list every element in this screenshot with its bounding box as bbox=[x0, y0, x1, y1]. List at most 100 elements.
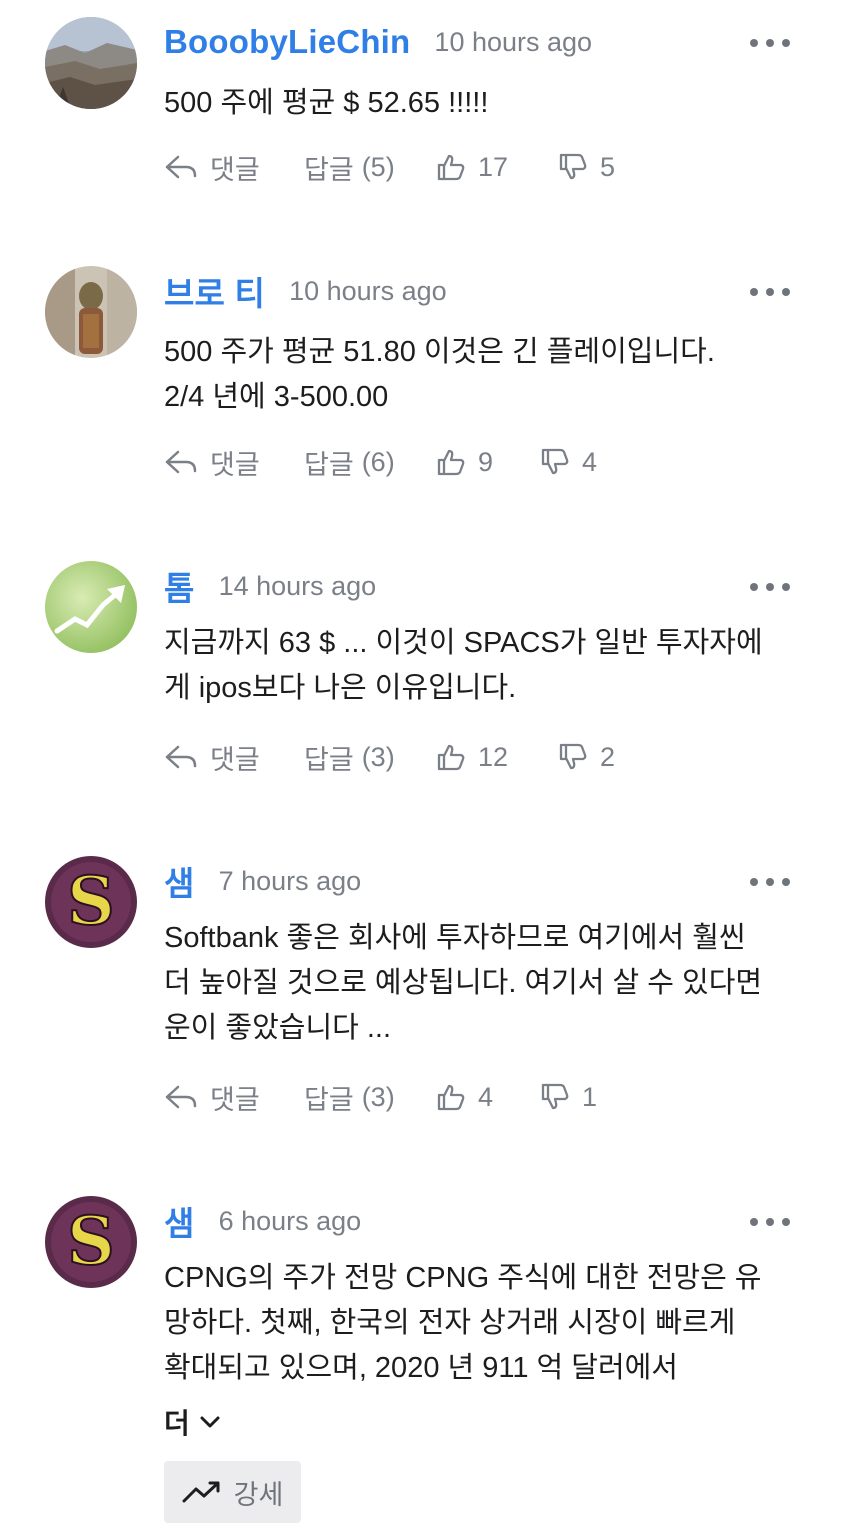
replies-label: 답글 bbox=[304, 449, 354, 480]
avatar-s-logo-image: S bbox=[45, 1196, 137, 1288]
username[interactable]: 샘 bbox=[164, 857, 195, 905]
comment-text: 지금까지 63 $ ... 이것이 SPACS가 일반 투자자에 게 ipos보… bbox=[164, 621, 804, 711]
reply-arrow-icon bbox=[165, 155, 197, 179]
like-count: 4 bbox=[478, 1081, 494, 1112]
more-dots-icon[interactable] bbox=[750, 280, 790, 304]
comment-text: 500 주가 평균 51.80 이것은 긴 플레이입니다. 2/4 년에 3-5… bbox=[164, 330, 804, 420]
replies-button[interactable]: 답글 (3) bbox=[304, 737, 395, 777]
thumbs-up-icon bbox=[437, 744, 465, 771]
comment-text-line: 확대되고 있으며, 2020 년 911 억 달러에서 bbox=[164, 1352, 678, 1384]
username[interactable]: 톰 bbox=[164, 562, 195, 610]
username[interactable]: 샘 bbox=[164, 1197, 195, 1245]
reply-arrow-icon bbox=[165, 450, 197, 474]
avatar-chart-arrow-image bbox=[45, 561, 137, 653]
thumbs-down-icon bbox=[559, 743, 587, 770]
reply-label: 댓글 bbox=[210, 154, 260, 185]
replies-count: (3) bbox=[361, 741, 395, 772]
reply-button[interactable]: 댓글 bbox=[164, 1077, 260, 1117]
comment-actions: 댓글 답글 (3) 12 2 bbox=[164, 737, 804, 777]
timestamp: 10 hours ago bbox=[289, 275, 447, 306]
thumbs-down-icon bbox=[541, 448, 569, 475]
avatar[interactable] bbox=[45, 17, 137, 109]
comment-text-line: CPNG의 주가 전망 CPNG 주식에 대한 전망은 유 bbox=[164, 1262, 762, 1294]
comment-header: BooobyLieChin 10 hours ago bbox=[164, 17, 592, 67]
dislike-button[interactable]: 4 bbox=[540, 442, 597, 482]
svg-text:S: S bbox=[67, 862, 115, 940]
replies-button[interactable]: 답글 (5) bbox=[304, 147, 395, 187]
replies-count: (3) bbox=[361, 1081, 395, 1112]
reply-label: 댓글 bbox=[210, 449, 260, 480]
avatar[interactable]: S bbox=[45, 1196, 137, 1288]
timestamp: 6 hours ago bbox=[218, 1205, 362, 1236]
comment-text-line: 지금까지 63 $ ... 이것이 SPACS가 일반 투자자에 bbox=[164, 627, 763, 659]
thumbs-down-icon bbox=[541, 1083, 569, 1110]
more-dots-icon[interactable] bbox=[750, 1210, 790, 1234]
like-count: 17 bbox=[478, 151, 509, 182]
more-dots-icon[interactable] bbox=[750, 31, 790, 55]
dislike-count: 5 bbox=[600, 151, 616, 182]
dislike-count: 2 bbox=[600, 741, 616, 772]
sentiment-badge[interactable]: 강세 bbox=[164, 1461, 301, 1523]
avatar-canyon-image bbox=[45, 17, 137, 109]
svg-text:S: S bbox=[67, 1202, 115, 1280]
comment-text-line: 게 ipos보다 나은 이유입니다. bbox=[164, 672, 517, 704]
comment-header: 샘 7 hours ago bbox=[164, 856, 361, 906]
replies-label: 답글 bbox=[304, 744, 354, 775]
dislike-button[interactable]: 2 bbox=[558, 737, 615, 777]
reply-arrow-icon bbox=[165, 745, 197, 769]
reply-label: 댓글 bbox=[210, 744, 260, 775]
comment-text: 500 주에 평균 $ 52.65 !!!!! bbox=[164, 81, 804, 126]
dislike-button[interactable]: 1 bbox=[540, 1077, 597, 1117]
replies-button[interactable]: 답글 (6) bbox=[304, 442, 395, 482]
like-button[interactable]: 12 bbox=[436, 737, 508, 777]
replies-count: (5) bbox=[361, 151, 395, 182]
replies-label: 답글 bbox=[304, 154, 354, 185]
comment-actions: 댓글 답글 (5) 17 5 bbox=[164, 147, 804, 187]
comment-actions: 댓글 답글 (6) 9 4 bbox=[164, 442, 804, 482]
thumbs-up-icon bbox=[437, 1084, 465, 1111]
timestamp: 14 hours ago bbox=[218, 570, 377, 601]
reply-label: 댓글 bbox=[210, 1084, 260, 1115]
comment-text-line: 2/4 년에 3-500.00 bbox=[164, 381, 389, 413]
avatar[interactable] bbox=[45, 561, 137, 653]
avatar[interactable]: S bbox=[45, 856, 137, 948]
timestamp: 10 hours ago bbox=[434, 26, 593, 57]
comment-header: 샘 6 hours ago bbox=[164, 1196, 361, 1246]
reply-button[interactable]: 댓글 bbox=[164, 737, 260, 777]
more-dots-icon[interactable] bbox=[750, 575, 790, 599]
like-count: 12 bbox=[478, 741, 509, 772]
avatar-s-logo-image: S bbox=[45, 856, 137, 948]
like-button[interactable]: 4 bbox=[436, 1077, 493, 1117]
trending-up-icon bbox=[182, 1481, 220, 1503]
replies-label: 답글 bbox=[304, 1084, 354, 1115]
comment-text-line: 500 주가 평균 51.80 이것은 긴 플레이입니다. bbox=[164, 336, 715, 368]
avatar[interactable] bbox=[45, 266, 137, 358]
like-button[interactable]: 17 bbox=[436, 147, 508, 187]
reply-button[interactable]: 댓글 bbox=[164, 147, 260, 187]
comment-text: Softbank 좋은 회사에 투자하므로 여기에서 훨씬 더 높아질 것으로 … bbox=[164, 916, 804, 1051]
chevron-down-icon bbox=[200, 1416, 220, 1428]
like-count: 9 bbox=[478, 446, 494, 477]
comment-actions: 댓글 답글 (3) 4 1 bbox=[164, 1077, 804, 1117]
dislike-button[interactable]: 5 bbox=[558, 147, 615, 187]
like-button[interactable]: 9 bbox=[436, 442, 493, 482]
comment-header: 브로 티 10 hours ago bbox=[164, 266, 447, 316]
thumbs-down-icon bbox=[559, 153, 587, 180]
reply-arrow-icon bbox=[165, 1085, 197, 1109]
comment-text-line: 운이 좋았습니다 ... bbox=[164, 1012, 392, 1044]
comment-text: CPNG의 주가 전망 CPNG 주식에 대한 전망은 유 망하다. 첫째, 한… bbox=[164, 1256, 804, 1391]
replies-button[interactable]: 답글 (3) bbox=[304, 1077, 395, 1117]
more-dots-icon[interactable] bbox=[750, 870, 790, 894]
comment-text-line: 망하다. 첫째, 한국의 전자 상거래 시장이 빠르게 bbox=[164, 1307, 736, 1339]
dislike-count: 1 bbox=[582, 1081, 598, 1112]
thumbs-up-icon bbox=[437, 154, 465, 181]
sentiment-label: 강세 bbox=[233, 1479, 284, 1510]
username[interactable]: 브로 티 bbox=[164, 267, 265, 315]
username[interactable]: BooobyLieChin bbox=[164, 23, 410, 61]
timestamp: 7 hours ago bbox=[218, 865, 362, 896]
show-more-button[interactable]: 더 bbox=[164, 1402, 220, 1442]
show-more-label: 더 bbox=[164, 1408, 190, 1439]
comment-text-line: Softbank 좋은 회사에 투자하므로 여기에서 훨씬 bbox=[164, 922, 746, 954]
reply-button[interactable]: 댓글 bbox=[164, 442, 260, 482]
avatar-figure-image bbox=[45, 266, 137, 358]
